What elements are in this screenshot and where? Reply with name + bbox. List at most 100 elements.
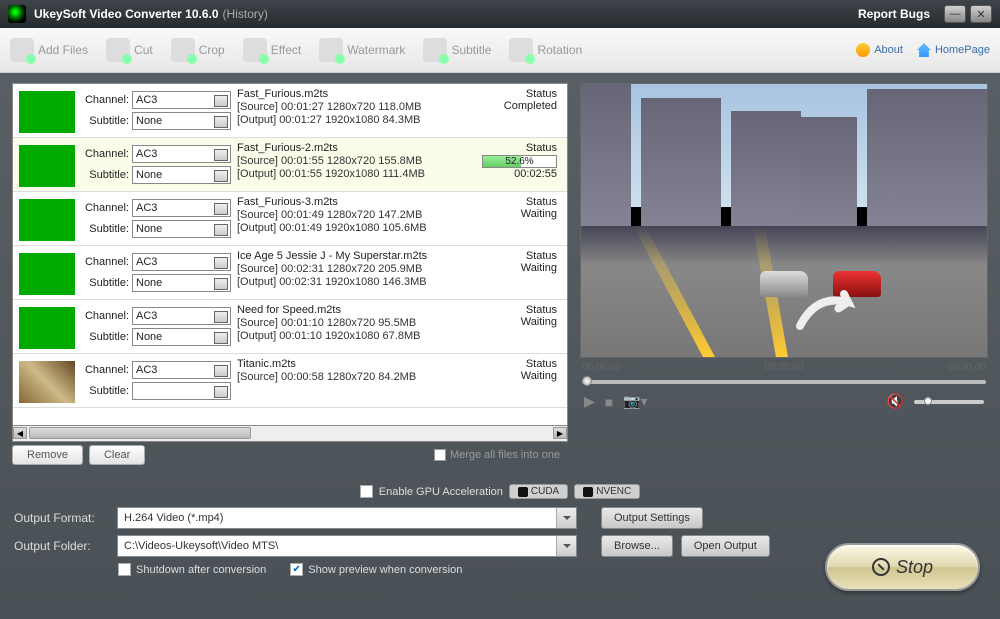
output-format-label: Output Format: [14,511,109,525]
status-column: Status52.6%00:02:55 [481,142,561,187]
file-item[interactable]: Channel:AC3 Subtitle:None Fast_Furious-3… [13,192,567,246]
subtitle-label: Subtitle: [81,331,129,343]
watermark-icon [319,38,343,62]
file-name: Ice Age 5 Jessie J - My Superstar.m2ts [237,250,481,262]
status-column: StatusWaiting [481,196,561,241]
output-info: [Output] 00:01:55 1920x1080 111.4MB [237,168,481,180]
file-item[interactable]: Channel:AC3 Subtitle:None Ice Age 5 Jess… [13,246,567,300]
subtitle-label: Subtitle: [81,385,129,397]
cut-button[interactable]: Cut [106,38,153,62]
stop-button[interactable]: Stop [825,543,980,591]
status-column: StatusWaiting [481,304,561,349]
subtitle-select[interactable] [132,382,231,400]
output-folder-select[interactable]: C:\Videos-Ukeysoft\Video MTS\ [117,535,577,557]
thumbnail [19,91,75,133]
thumbnail [19,199,75,241]
output-settings-button[interactable]: Output Settings [601,507,703,529]
report-bugs-link[interactable]: Report Bugs [858,7,930,21]
channel-select[interactable]: AC3 [132,91,231,109]
minimize-button[interactable]: — [944,5,966,23]
source-info: [Source] 00:01:27 1280x720 118.0MB [237,101,481,113]
source-info: [Source] 00:02:31 1280x720 205.9MB [237,263,481,275]
effect-button[interactable]: Effect [243,38,301,62]
play-button[interactable]: ▶ [584,393,595,410]
horizontal-scrollbar[interactable]: ◀▶ [12,426,568,442]
add-files-button[interactable]: Add Files [10,38,88,62]
source-info: [Source] 00:01:55 1280x720 155.8MB [237,155,481,167]
file-name: Fast_Furious-3.m2ts [237,196,481,208]
subtitle-label: Subtitle: [81,223,129,235]
subtitle-select[interactable]: None [132,112,231,130]
status-column: StatusWaiting [481,250,561,295]
time-mid: 00:00:00 [765,362,804,373]
channel-select[interactable]: AC3 [132,199,231,217]
subtitle-button[interactable]: Subtitle [423,38,491,62]
channel-select[interactable]: AC3 [132,361,231,379]
watermark-button[interactable]: Watermark [319,38,405,62]
subtitle-select[interactable]: None [132,328,231,346]
source-info: [Source] 00:01:49 1280x720 147.2MB [237,209,481,221]
subtitle-select[interactable]: None [132,220,231,238]
subtitle-select[interactable]: None [132,274,231,292]
thumbnail [19,145,75,187]
file-item[interactable]: Channel:AC3 Subtitle:None Need for Speed… [13,300,567,354]
volume-slider[interactable] [914,400,984,404]
channel-select[interactable]: AC3 [132,253,231,271]
file-name: Titanic.m2ts [237,358,481,370]
titlebar: UkeySoft Video Converter 10.6.0 (History… [0,0,1000,28]
volume-icon[interactable]: 🔇 [887,393,904,410]
time-current: 00:00:00 [582,362,621,373]
merge-checkbox[interactable]: Merge all files into one [434,449,560,461]
file-item[interactable]: Channel:AC3 Subtitle:None Fast_Furious.m… [13,84,567,138]
channel-select[interactable]: AC3 [132,145,231,163]
browse-button[interactable]: Browse... [601,535,673,557]
subtitle-select[interactable]: None [132,166,231,184]
subtitle-label: Subtitle: [81,277,129,289]
home-icon [917,43,931,57]
crop-icon [171,38,195,62]
about-link[interactable]: About [856,43,903,57]
show-preview-checkbox[interactable]: ✔Show preview when conversion [290,563,462,576]
thumbnail [19,361,75,403]
file-list[interactable]: Channel:AC3 Subtitle:None Fast_Furious.m… [12,83,568,426]
time-row: 00:00:00 00:00:00 00:00:00 [580,358,988,377]
subtitle-label: Subtitle: [81,115,129,127]
snapshot-button[interactable]: 📷▾ [623,393,647,410]
subtitle-label: Subtitle: [81,169,129,181]
close-button[interactable]: ✕ [970,5,992,23]
channel-select[interactable]: AC3 [132,307,231,325]
channel-label: Channel: [81,256,129,268]
file-item[interactable]: Channel:AC3 Subtitle:None Fast_Furious-2… [13,138,567,192]
seek-slider[interactable] [580,377,988,387]
chevron-down-icon [556,536,576,556]
output-info: [Output] 00:01:49 1920x1080 105.6MB [237,222,481,234]
clear-button[interactable]: Clear [89,445,145,465]
source-info: [Source] 00:00:58 1280x720 84.2MB [237,371,481,383]
remove-button[interactable]: Remove [12,445,83,465]
channel-label: Channel: [81,94,129,106]
crop-button[interactable]: Crop [171,38,225,62]
file-item[interactable]: Channel:AC3 Subtitle: Titanic.m2ts [Sour… [13,354,567,408]
open-output-button[interactable]: Open Output [681,535,770,557]
status-column: StatusCompleted [481,88,561,133]
rotation-icon [509,38,533,62]
channel-label: Channel: [81,148,129,160]
status-column: StatusWaiting [481,358,561,403]
chevron-down-icon [556,508,576,528]
rotation-button[interactable]: Rotation [509,38,582,62]
subtitle-icon [423,38,447,62]
homepage-link[interactable]: HomePage [917,43,990,57]
effect-icon [243,38,267,62]
nvenc-badge: NVENC [574,484,640,499]
time-total: 00:00:00 [947,362,986,373]
stop-icon [872,558,890,576]
shutdown-checkbox[interactable]: Shutdown after conversion [118,563,266,576]
gpu-checkbox[interactable] [360,485,373,498]
stop-playback-button[interactable]: ■ [605,394,613,410]
output-format-select[interactable]: H.264 Video (*.mp4) [117,507,577,529]
cut-icon [106,38,130,62]
channel-label: Channel: [81,310,129,322]
output-info: [Output] 00:02:31 1920x1080 146.3MB [237,276,481,288]
file-name: Need for Speed.m2ts [237,304,481,316]
file-name: Fast_Furious-2.m2ts [237,142,481,154]
